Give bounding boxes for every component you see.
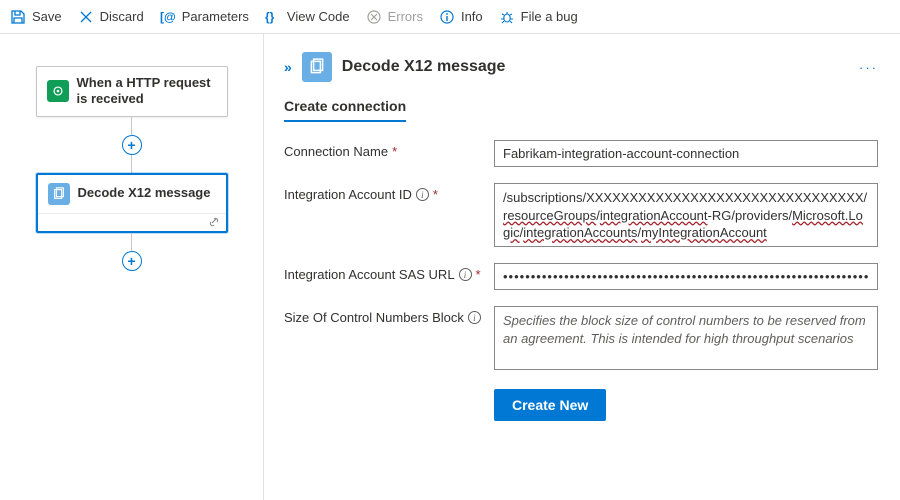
x12-action-icon <box>48 183 70 205</box>
svg-text:{}: {} <box>265 10 275 24</box>
trigger-node[interactable]: When a HTTP request is received <box>36 66 228 117</box>
add-step-button-2[interactable]: + <box>122 251 142 271</box>
panel-title-icon <box>302 52 332 82</box>
action-header: Decode X12 message <box>38 175 226 213</box>
connector-line <box>131 155 132 173</box>
required-mark: * <box>476 267 481 282</box>
discard-label: Discard <box>100 9 144 24</box>
panel-more-button[interactable]: ··· <box>859 60 878 75</box>
trigger-header: When a HTTP request is received <box>37 67 227 116</box>
connector-line <box>131 117 132 135</box>
integration-account-id-input[interactable]: /subscriptions/XXXXXXXXXXXXXXXXXXXXXXXXX… <box>494 183 878 247</box>
save-button[interactable]: Save <box>10 9 62 25</box>
view-code-button[interactable]: {} View Code <box>265 9 350 25</box>
errors-icon <box>366 9 382 25</box>
action-node[interactable]: Decode X12 message <box>36 173 228 233</box>
connector-line <box>131 233 132 251</box>
info-icon[interactable]: i <box>459 268 472 281</box>
discard-button[interactable]: Discard <box>78 9 144 25</box>
sas-url-input[interactable] <box>494 263 878 290</box>
action-title: Decode X12 message <box>78 185 211 201</box>
label-sas-url: Integration Account SAS URL i * <box>284 263 494 282</box>
file-bug-button[interactable]: File a bug <box>499 9 578 25</box>
discard-icon <box>78 9 94 25</box>
label-connection-name: Connection Name * <box>284 140 494 159</box>
parameters-button[interactable]: [@] Parameters <box>160 9 249 25</box>
errors-label: Errors <box>388 9 423 24</box>
row-block-size: Size Of Control Numbers Block i <box>284 306 878 373</box>
required-mark: * <box>433 187 438 202</box>
code-icon: {} <box>265 9 281 25</box>
save-label: Save <box>32 9 62 24</box>
info-icon[interactable]: i <box>416 188 429 201</box>
add-step-button-1[interactable]: + <box>122 135 142 155</box>
parameters-label: Parameters <box>182 9 249 24</box>
create-new-button[interactable]: Create New <box>494 389 606 421</box>
required-mark: * <box>392 144 397 159</box>
designer-canvas: When a HTTP request is received + Decode… <box>0 34 264 500</box>
info-icon[interactable]: i <box>468 311 481 324</box>
info-label: Info <box>461 9 483 24</box>
http-trigger-icon <box>47 80 69 102</box>
info-button[interactable]: Info <box>439 9 483 25</box>
collapse-panel-button[interactable]: » <box>284 59 292 75</box>
info-icon <box>439 9 455 25</box>
row-integration-account-id: Integration Account ID i * /subscription… <box>284 183 878 247</box>
trigger-title: When a HTTP request is received <box>77 75 217 108</box>
link-icon <box>208 216 220 228</box>
errors-button: Errors <box>366 9 423 25</box>
file-bug-label: File a bug <box>521 9 578 24</box>
save-icon <box>10 9 26 25</box>
panel-title: Decode X12 message <box>342 58 506 76</box>
label-integration-account-id: Integration Account ID i * <box>284 183 494 202</box>
parameters-icon: [@] <box>160 9 176 25</box>
row-sas-url: Integration Account SAS URL i * <box>284 263 878 290</box>
section-title: Create connection <box>284 98 406 122</box>
bug-icon <box>499 9 515 25</box>
view-code-label: View Code <box>287 9 350 24</box>
action-sub <box>38 213 226 231</box>
main-body: When a HTTP request is received + Decode… <box>0 34 900 500</box>
button-row: Create New <box>494 389 878 421</box>
details-panel: » Decode X12 message ··· Create connecti… <box>264 34 900 500</box>
svg-text:[@]: [@] <box>160 10 176 24</box>
label-block-size: Size Of Control Numbers Block i <box>284 306 494 325</box>
row-connection-name: Connection Name * <box>284 140 878 167</box>
top-toolbar: Save Discard [@] Parameters {} View Code… <box>0 0 900 34</box>
block-size-input[interactable] <box>494 306 878 370</box>
panel-header: » Decode X12 message ··· <box>284 52 878 82</box>
connection-name-input[interactable] <box>494 140 878 167</box>
